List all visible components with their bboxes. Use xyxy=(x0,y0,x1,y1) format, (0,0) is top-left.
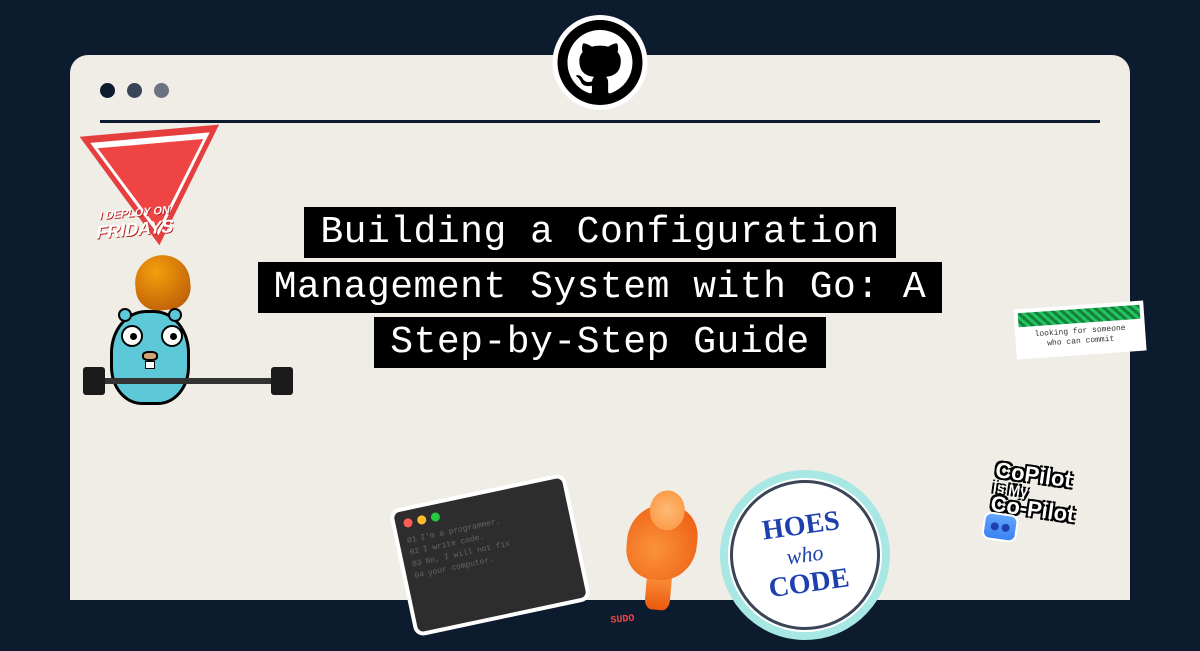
github-logo-badge xyxy=(553,15,648,110)
github-icon xyxy=(568,30,633,95)
window-control-dot xyxy=(154,83,169,98)
sudo-text: SUDO xyxy=(610,608,701,627)
window-control-dot xyxy=(127,83,142,98)
header-divider xyxy=(100,120,1100,123)
sticker-sudo: SUDO xyxy=(610,501,710,628)
title-line: Building a Configuration xyxy=(304,207,895,258)
window-control-dot xyxy=(100,83,115,98)
title-line: Management System with Go: A xyxy=(258,262,943,313)
title-line: Step-by-Step Guide xyxy=(374,317,825,368)
article-title: Building a Configuration Management Syst… xyxy=(0,205,1200,370)
